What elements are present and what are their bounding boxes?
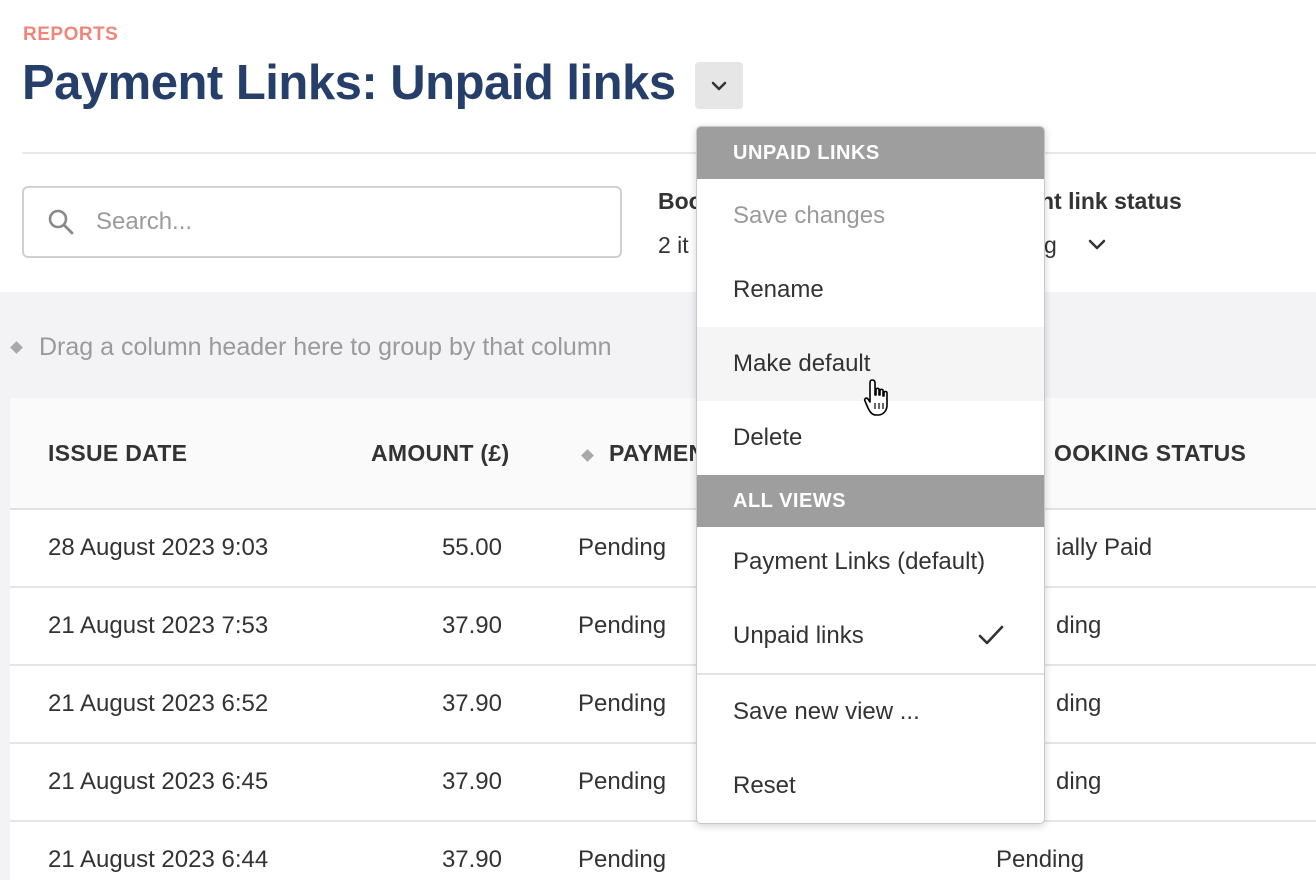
menu-item-label: Unpaid links — [733, 622, 864, 649]
data-table: ISSUE DATE AMOUNT (£) PAYMEN OOKING STAT… — [10, 398, 1316, 880]
menu-item-view-default[interactable]: Payment Links (default) — [697, 525, 1044, 599]
cell-payment-status: Pending — [578, 846, 667, 873]
cell-booking-status: ding — [1056, 690, 1102, 717]
booking-filter-value[interactable]: 2 it — [658, 232, 689, 259]
cell-issue-date: 21 August 2023 7:53 — [48, 612, 269, 639]
diamond-icon — [10, 341, 23, 354]
diamond-icon — [581, 449, 594, 462]
cell-payment-status: Pending — [578, 768, 667, 795]
cell-issue-date: 21 August 2023 6:44 — [48, 846, 269, 873]
cell-booking-status: ding — [1056, 768, 1102, 795]
column-header-booking-status[interactable]: OOKING STATUS — [1054, 440, 1246, 467]
cell-payment-status: Pending — [578, 612, 667, 639]
group-hint-text: Drag a column header here to group by th… — [39, 333, 612, 361]
menu-item-reset[interactable]: Reset — [697, 749, 1044, 823]
cell-issue-date: 21 August 2023 6:52 — [48, 690, 269, 717]
cell-booking-status: ding — [1056, 612, 1102, 639]
table-row[interactable]: 21 August 2023 6:52 37.90 Pending ding — [10, 666, 1316, 744]
search-input[interactable] — [96, 208, 576, 236]
menu-item-save-changes[interactable]: Save changes — [697, 179, 1044, 253]
cell-amount: 37.90 — [441, 846, 502, 873]
cell-amount: 37.90 — [441, 768, 502, 795]
column-header-issue-date[interactable]: ISSUE DATE — [48, 440, 187, 467]
cell-issue-date: 28 August 2023 9:03 — [48, 534, 269, 561]
table-row[interactable]: 21 August 2023 6:45 37.90 Pending ding — [10, 744, 1316, 822]
search-box[interactable] — [22, 186, 622, 258]
payment-link-status-filter-value[interactable]: g — [1044, 232, 1057, 259]
hand-pointer-cursor-icon — [863, 379, 888, 416]
page-header: REPORTS Payment Links: Unpaid links Boo … — [0, 0, 1316, 292]
cell-issue-date: 21 August 2023 6:45 — [48, 768, 269, 795]
cell-payment-status: Pending — [578, 534, 667, 561]
column-header-payment-status[interactable]: PAYMEN — [609, 440, 705, 467]
page-title: Payment Links: Unpaid links — [22, 56, 676, 110]
column-header-amount[interactable]: AMOUNT (£) — [371, 440, 509, 467]
group-by-dropzone[interactable]: Drag a column header here to group by th… — [10, 333, 612, 362]
view-dropdown-button[interactable] — [695, 62, 743, 109]
check-icon — [978, 625, 1004, 645]
menu-item-save-new-view[interactable]: Save new view ... — [697, 675, 1044, 749]
table-row[interactable]: 28 August 2023 9:03 55.00 Pending ially … — [10, 510, 1316, 588]
cell-payment-status: Pending — [578, 690, 667, 717]
breadcrumb[interactable]: REPORTS — [23, 24, 118, 46]
table-header: ISSUE DATE AMOUNT (£) PAYMEN OOKING STAT… — [10, 398, 1316, 510]
menu-section-header: UNPAID LINKS — [697, 127, 1044, 179]
cell-booking-status: Pending — [996, 846, 1085, 873]
cell-amount: 55.00 — [441, 534, 502, 561]
table-row[interactable]: 21 August 2023 6:44 37.90 Pending Pendin… — [10, 822, 1316, 880]
menu-item-rename[interactable]: Rename — [697, 253, 1044, 327]
cell-amount: 37.90 — [441, 690, 502, 717]
menu-section-header: ALL VIEWS — [697, 475, 1044, 527]
menu-item-view-unpaid[interactable]: Unpaid links — [697, 599, 1044, 673]
cell-amount: 37.90 — [441, 612, 502, 639]
header-divider — [22, 152, 1316, 154]
payment-link-status-filter-label[interactable]: nt link status — [1040, 188, 1182, 215]
chevron-down-icon — [711, 81, 727, 90]
chevron-down-icon[interactable] — [1086, 236, 1108, 254]
table-row[interactable]: 21 August 2023 7:53 37.90 Pending ding — [10, 588, 1316, 666]
view-options-menu: UNPAID LINKS Save changes Rename Make de… — [696, 126, 1045, 824]
cell-booking-status: ially Paid — [1056, 534, 1153, 561]
search-icon — [46, 207, 76, 237]
